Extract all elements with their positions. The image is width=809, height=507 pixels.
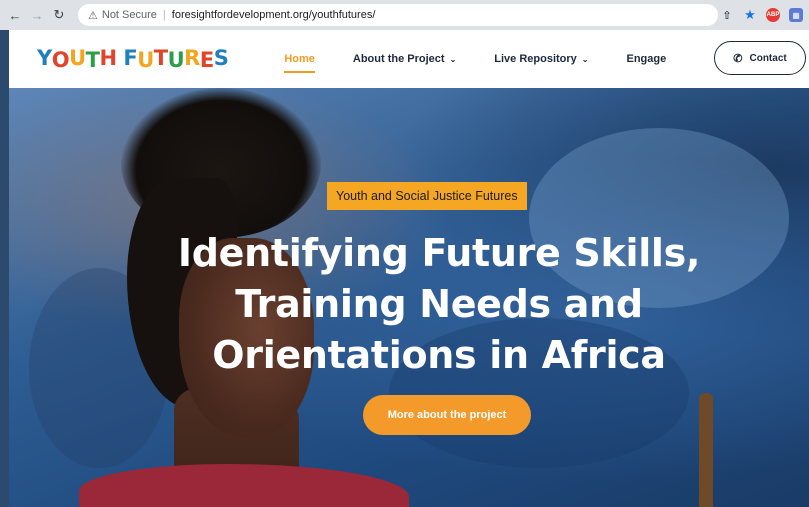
extension-icon[interactable]: ▦ [789,8,803,22]
logo-letter: S [213,46,229,70]
nav-live-repository[interactable]: Live Repository ⌄ [494,49,588,69]
nav-engage-label: Engage [626,53,667,65]
main-nav: Home About the Project ⌄ Live Repository… [284,49,704,73]
chevron-down-icon: ⌄ [449,54,457,64]
logo-letter: U [69,46,86,70]
headline-line: Identifying Future Skills, [177,231,701,275]
background-post [699,393,713,507]
logo-letter: Y [37,46,52,70]
nav-about-the-project[interactable]: About the Project ⌄ [353,49,456,69]
security-label: Not Secure [101,9,157,21]
url-text: foresightfordevelopment.org/youthfutures… [171,9,376,21]
browser-toolbar: ← → ↻ ⚠ Not Secure | foresightfordevelop… [0,0,809,30]
more-about-project-button[interactable]: More about the project [363,395,531,435]
logo-letter [117,48,124,72]
logo-letter: T [85,48,100,72]
logo-letter: H [99,46,117,70]
logo-letter: U [137,48,154,72]
hero-photo-shirt [79,464,409,507]
reload-icon[interactable]: ↻ [50,6,68,24]
contact-label: Contact [749,52,787,64]
logo-letter: R [184,46,200,70]
share-icon[interactable]: ⇧ [720,8,734,22]
site-header: YOUTH FUTURES Home About the Project ⌄ L… [9,30,809,88]
logo-letter: T [153,46,168,70]
logo-letter: U [167,48,185,72]
bookmark-star-icon[interactable]: ★ [743,7,757,22]
back-arrow-icon[interactable]: ← [6,6,24,24]
hero-section: Youth and Social Justice Futures Identif… [9,88,809,507]
phone-icon: ✆ [733,52,743,65]
headline-line: Orientations in Africa [212,333,666,377]
nav-home-label: Home [284,53,315,65]
forward-arrow-icon[interactable]: → [28,6,46,24]
hero-badge: Youth and Social Justice Futures [327,182,527,210]
nav-repository-label: Live Repository [494,53,577,65]
adblock-extension-icon[interactable]: ABP [766,8,780,22]
youth-futures-logo[interactable]: YOUTH FUTURES [37,46,229,72]
contact-button[interactable]: ✆ Contact [714,41,806,75]
address-bar[interactable]: ⚠ Not Secure | foresightfordevelopment.o… [78,4,718,26]
address-separator: | [162,9,166,21]
logo-letter: O [51,48,70,72]
headline-line: Training Needs and [235,282,643,326]
hero-headline: Identifying Future Skills, Training Need… [159,228,719,381]
nav-engage[interactable]: Engage [627,49,667,69]
logo-letter: F [123,46,138,70]
nav-about-label: About the Project [352,53,445,65]
nav-home[interactable]: Home [284,49,315,73]
warning-icon: ⚠ [88,9,98,22]
chevron-down-icon: ⌄ [581,54,589,64]
logo-letter: E [199,48,214,72]
